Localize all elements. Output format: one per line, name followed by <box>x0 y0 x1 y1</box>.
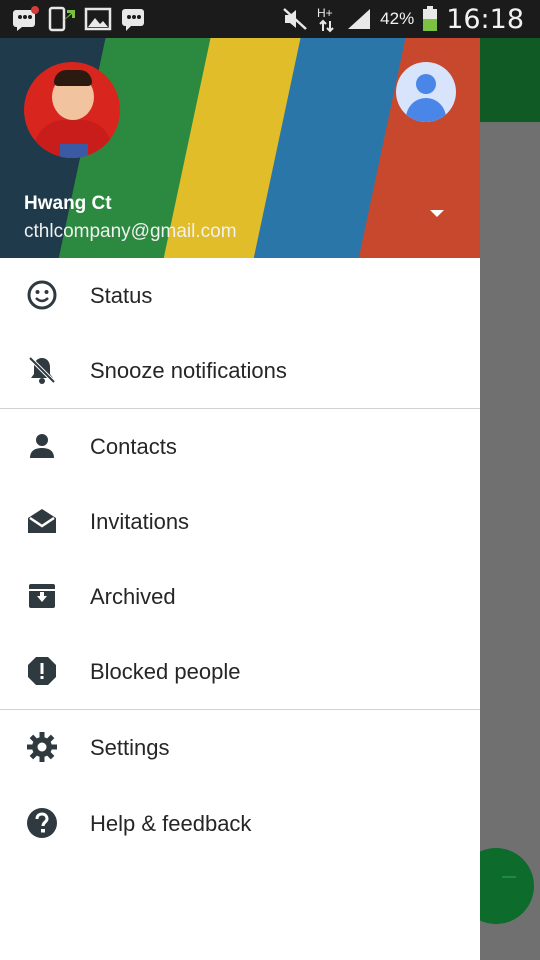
menu-item-help[interactable]: Help & feedback <box>0 786 480 861</box>
block-alert-icon <box>28 657 56 685</box>
account-email: cthlcompany@gmail.com <box>24 221 237 242</box>
app-toolbar <box>480 38 540 122</box>
menu-label: Archived <box>90 583 176 609</box>
plus-icon <box>502 876 516 878</box>
menu-item-archived[interactable]: Archived <box>0 559 480 634</box>
navigation-drawer: Hwang Ct cthlcompany@gmail.com Status Sn… <box>0 38 480 960</box>
mute-icon <box>283 8 307 30</box>
clock: 16:18 <box>446 3 524 35</box>
menu-label: Invitations <box>90 508 190 534</box>
secondary-account-avatar[interactable] <box>396 62 456 122</box>
network-label: H+ <box>317 6 333 20</box>
status-notifications <box>12 6 148 32</box>
bbm-icon <box>120 6 148 32</box>
menu-label: Status <box>90 282 153 308</box>
emoji-icon <box>27 280 57 310</box>
account-dropdown-icon[interactable] <box>430 210 444 217</box>
battery-icon <box>423 6 438 31</box>
help-icon <box>27 808 57 838</box>
drawer-menu: Status Snooze notifications Contacts Inv… <box>0 258 480 861</box>
account-avatar[interactable] <box>24 62 120 158</box>
menu-label: Settings <box>90 735 170 760</box>
network-icon: H+ <box>317 6 334 33</box>
phone-transfer-icon <box>48 6 76 32</box>
menu-item-settings[interactable]: Settings <box>0 710 480 786</box>
menu-label: Contacts <box>90 433 177 459</box>
app-background[interactable] <box>458 38 540 960</box>
status-system: H+ 42% 16:18 <box>282 0 524 38</box>
menu-item-contacts[interactable]: Contacts <box>0 409 480 484</box>
bell-off-icon <box>28 356 56 384</box>
account-header[interactable]: Hwang Ct cthlcompany@gmail.com <box>0 38 480 258</box>
menu-item-blocked[interactable]: Blocked people <box>0 634 480 709</box>
status-bar: H+ 42% 16:18 <box>0 0 540 38</box>
battery-percent: 42% <box>380 9 415 28</box>
bbm-notification-icon <box>12 6 40 32</box>
menu-label: Help & feedback <box>90 810 252 836</box>
image-icon <box>84 6 112 32</box>
person-icon <box>30 434 54 458</box>
signal-icon <box>348 9 371 29</box>
menu-item-snooze[interactable]: Snooze notifications <box>0 333 480 408</box>
gear-icon <box>27 732 57 762</box>
envelope-open-icon <box>28 509 56 533</box>
menu-label: Snooze notifications <box>90 357 287 383</box>
menu-item-invitations[interactable]: Invitations <box>0 484 480 559</box>
account-name: Hwang Ct <box>24 193 112 214</box>
menu-label: Blocked people <box>90 658 241 684</box>
menu-item-status[interactable]: Status <box>0 258 480 333</box>
archive-icon <box>29 584 55 608</box>
